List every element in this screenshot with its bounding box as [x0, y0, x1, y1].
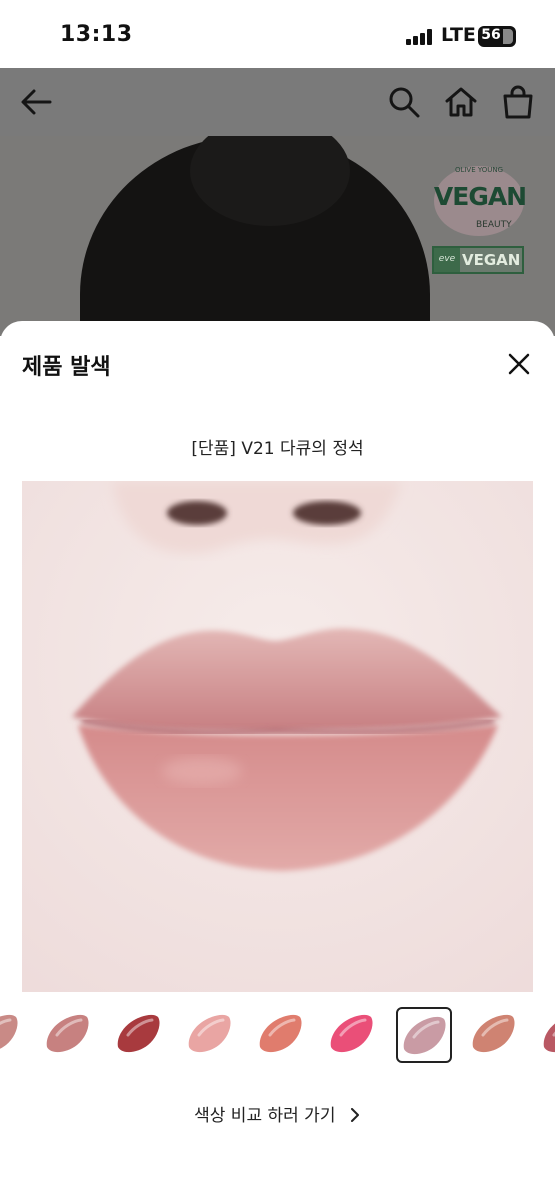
sheet-title: 제품 발색 [22, 355, 111, 380]
chevron-right-icon [349, 1107, 361, 1122]
top-nav-bar [0, 68, 555, 136]
home-icon[interactable] [441, 82, 481, 122]
swatch-carousel[interactable] [0, 1005, 555, 1065]
color-swatch[interactable] [41, 1007, 97, 1063]
color-swatch[interactable] [467, 1007, 523, 1063]
battery-level: 56 [481, 27, 501, 43]
color-swatch[interactable] [254, 1007, 310, 1063]
color-swatch[interactable] [396, 1007, 452, 1063]
status-bar: 13:13 LTE 56 [0, 0, 555, 68]
lip-swatch-photo [22, 481, 533, 992]
color-swatch[interactable] [112, 1007, 168, 1063]
color-swatch[interactable] [0, 1007, 26, 1063]
eve-vegan-badge: eve VEGAN [432, 246, 524, 274]
product-hero-image: OLIVE YOUNG VEGAN BEAUTY eve VEGAN [0, 136, 555, 336]
search-icon[interactable] [384, 82, 424, 122]
vegan-beauty-badge: OLIVE YOUNG VEGAN BEAUTY [426, 164, 532, 242]
status-time: 13:13 [60, 22, 133, 47]
close-icon[interactable] [502, 347, 536, 381]
color-swatch[interactable] [325, 1007, 381, 1063]
product-name: [단품] V21 다큐의 정석 [191, 439, 364, 459]
network-type: LTE [441, 24, 476, 46]
color-swatch-sheet: 제품 발색 [단품] V21 다큐의 정석 색상 비교 하러 가기 [0, 321, 555, 1200]
compare-colors-link[interactable]: 색상 비교 하러 가기 [0, 1101, 555, 1126]
arrow-left-icon[interactable] [16, 82, 56, 122]
color-swatch[interactable] [183, 1007, 239, 1063]
compare-label: 색상 비교 하러 가기 [194, 1106, 336, 1126]
signal-icon [406, 29, 434, 45]
shopping-bag-icon[interactable] [498, 82, 538, 122]
color-swatch[interactable] [538, 1007, 555, 1063]
battery-icon: 56 [478, 26, 516, 47]
